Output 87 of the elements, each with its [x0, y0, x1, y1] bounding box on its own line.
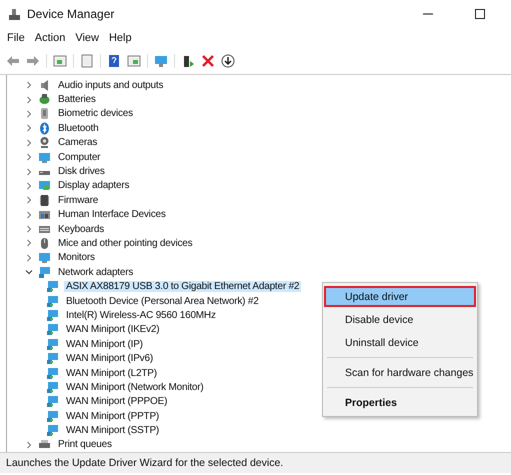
help-icon[interactable]	[107, 54, 121, 68]
expand-chevron-icon[interactable]	[25, 182, 33, 190]
tree-item[interactable]: WAN Miniport (SSTP)	[64, 425, 162, 436]
menu-item[interactable]: View	[72, 32, 102, 44]
expand-chevron-icon[interactable]	[25, 239, 33, 248]
tree-item[interactable]: Print queues	[56, 439, 114, 450]
expand-chevron-icon[interactable]	[25, 96, 33, 104]
tree-item[interactable]: Display adapters	[56, 180, 132, 192]
menu-option[interactable]: Update driver	[325, 287, 475, 306]
expand-chevron-icon[interactable]	[25, 210, 33, 219]
network-adapter-icon	[46, 280, 59, 294]
window-icon[interactable]	[127, 54, 141, 68]
hid-icon	[38, 208, 51, 222]
battery-icon	[38, 93, 51, 106]
tree-item[interactable]: WAN Miniport (PPPOE)	[64, 396, 170, 408]
add-driver-icon[interactable]	[181, 54, 195, 68]
tree-item[interactable]: WAN Miniport (IP)	[64, 338, 145, 350]
tree-item[interactable]: Network adapters	[56, 266, 136, 278]
tree-item[interactable]: WAN Miniport (IPv6)	[64, 353, 155, 364]
tree-item[interactable]: Firmware	[56, 194, 100, 206]
tree-item[interactable]: Batteries	[56, 94, 98, 106]
menu-option[interactable]: Uninstall device	[325, 333, 475, 352]
network-adapter-icon	[46, 308, 59, 322]
tree-item[interactable]: WAN Miniport (Network Monitor)	[64, 382, 206, 393]
network-adapter-icon	[46, 410, 59, 423]
tree-item[interactable]: Monitors	[56, 252, 97, 264]
tree-item[interactable]: Biometric devices	[56, 108, 135, 120]
expand-chevron-icon[interactable]	[25, 138, 33, 147]
tree-item[interactable]: Human Interface Devices	[56, 209, 168, 220]
network-adapter-icon	[46, 366, 59, 380]
window-icon[interactable]	[53, 54, 67, 68]
maximize-icon[interactable]	[475, 9, 485, 19]
expand-chevron-icon[interactable]	[25, 225, 33, 234]
menu-option[interactable]: Properties	[325, 393, 475, 412]
chip-icon	[38, 194, 51, 207]
expand-chevron-icon[interactable]	[25, 153, 33, 162]
tree-item[interactable]: Intel(R) Wireless-AC 9560 160MHz	[64, 310, 218, 321]
network-adapter-icon	[46, 338, 59, 351]
tree-item[interactable]: Audio inputs and outputs	[56, 80, 166, 91]
expand-chevron-icon[interactable]	[25, 168, 33, 176]
tree-item[interactable]: WAN Miniport (IKEv2)	[64, 324, 162, 336]
expand-chevron-icon[interactable]	[25, 440, 33, 449]
tree-item[interactable]: Bluetooth	[56, 122, 100, 134]
menu-option[interactable]: Disable device	[325, 310, 475, 329]
tree-item[interactable]: ASIX AX88179 USB 3.0 to Gigabit Ethernet Adapter #2	[64, 281, 302, 292]
tree-item[interactable]: Disk drives	[56, 166, 107, 178]
webcam-icon	[38, 136, 51, 150]
menu-item[interactable]: Action	[32, 32, 68, 44]
mouse-icon	[38, 236, 51, 250]
back-icon[interactable]	[6, 54, 20, 68]
network-adapter-icon	[46, 323, 59, 336]
menu-item[interactable]: Help	[106, 32, 135, 44]
tree-item[interactable]: Cameras	[56, 137, 100, 148]
forward-icon[interactable]	[26, 54, 40, 68]
network-adapter-icon	[46, 380, 59, 394]
expand-chevron-icon[interactable]	[25, 196, 33, 204]
network-adapter-icon	[46, 352, 59, 366]
status-text: Launches the Update Driver Wizard for the selected device.	[6, 457, 284, 469]
tree-item[interactable]: Computer	[56, 152, 102, 163]
network-adapter-icon	[46, 395, 59, 408]
expand-chevron-icon[interactable]	[25, 124, 33, 132]
close-icon[interactable]	[201, 54, 215, 68]
monitor-icon	[38, 150, 51, 164]
menu-option[interactable]: Scan for hardware changes	[325, 363, 475, 382]
document-icon[interactable]	[80, 54, 94, 68]
display-adapter-icon	[38, 179, 51, 192]
window-title: Device Manager	[27, 7, 116, 21]
monitor-icon	[38, 251, 51, 264]
menu-item[interactable]: File	[4, 32, 28, 44]
tree-item[interactable]: Mice and other pointing devices	[56, 238, 194, 249]
tree-item[interactable]: Keyboards	[56, 224, 106, 235]
collapse-chevron-icon[interactable]	[25, 268, 33, 276]
download-icon[interactable]	[221, 54, 235, 68]
expand-chevron-icon[interactable]	[25, 110, 33, 118]
speaker-icon	[38, 78, 51, 92]
network-adapter-icon	[46, 424, 59, 438]
fingerprint-icon	[38, 107, 51, 120]
network-adapter-icon	[38, 266, 51, 279]
network-adapter-icon	[46, 294, 59, 308]
expand-chevron-icon[interactable]	[25, 81, 33, 90]
app-icon	[8, 8, 21, 20]
tree-item[interactable]: WAN Miniport (PPTP)	[64, 410, 162, 422]
monitor-icon[interactable]	[154, 54, 168, 68]
tree-item[interactable]: WAN Miniport (L2TP)	[64, 368, 159, 378]
expand-chevron-icon[interactable]	[25, 254, 33, 262]
bluetooth-icon	[38, 122, 51, 135]
tree-item[interactable]: Bluetooth Device (Personal Area Network) #2	[64, 296, 261, 307]
